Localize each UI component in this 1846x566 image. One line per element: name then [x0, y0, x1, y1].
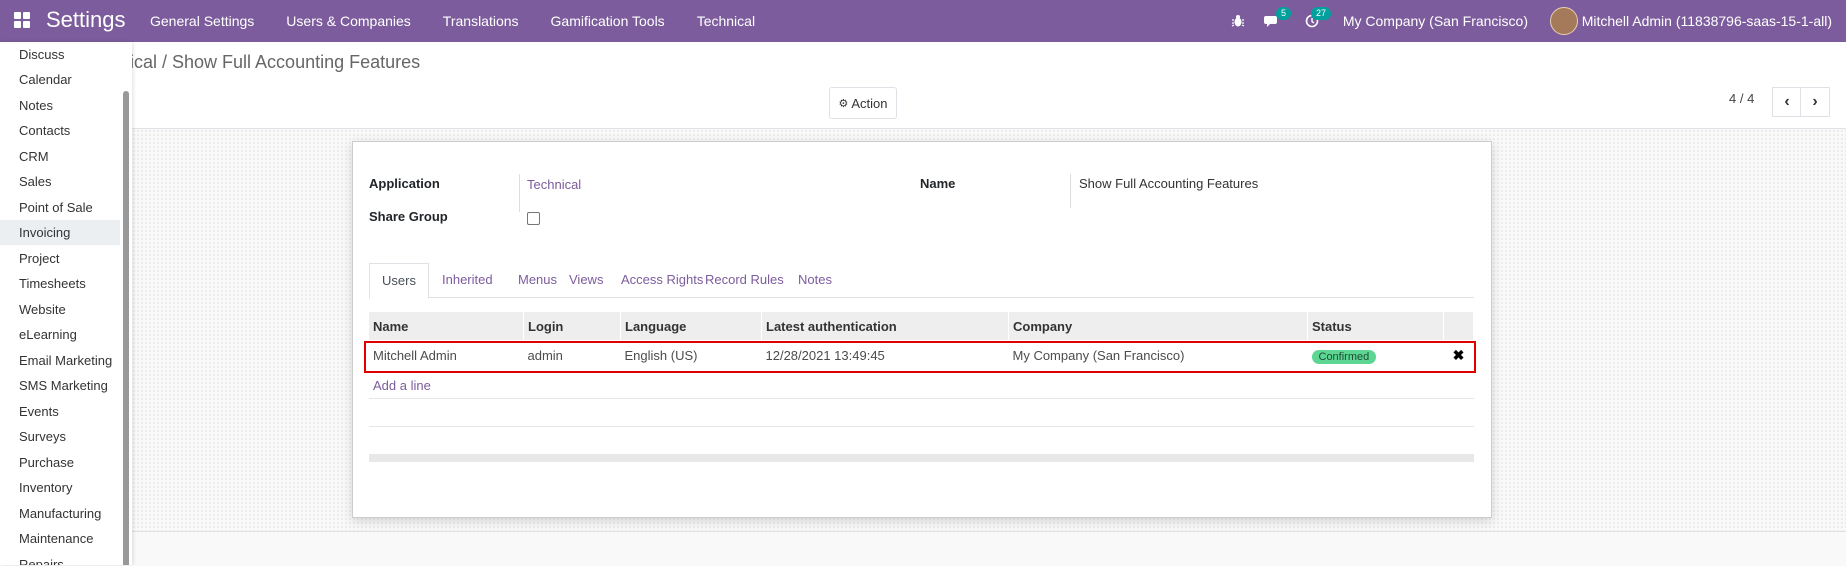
name-value[interactable]: Show Full Accounting Features [1079, 176, 1258, 191]
column-status[interactable]: Status [1307, 312, 1444, 340]
app-menu-item[interactable]: Website [0, 297, 120, 322]
user-name: Mitchell Admin (11838796-saas-15-1-all) [1581, 13, 1832, 29]
pager-previous-button[interactable]: ‹ [1772, 87, 1802, 117]
column-name[interactable]: Name [369, 312, 524, 340]
name-label: Name [920, 176, 956, 191]
breadcrumb[interactable]: ical / Show Full Accounting Features [130, 52, 420, 73]
app-menu-item[interactable]: Project [0, 246, 120, 271]
messages-count-badge: 5 [1275, 7, 1291, 20]
menu-gamification-tools[interactable]: Gamification Tools [551, 13, 665, 29]
pager-next-button[interactable]: › [1800, 87, 1830, 117]
app-menu-item[interactable]: eLearning [0, 322, 120, 347]
app-menu-item[interactable]: SMS Marketing [0, 373, 120, 398]
tab-menus[interactable]: Menus [518, 263, 557, 296]
company-switcher[interactable]: My Company (San Francisco) [1343, 0, 1528, 42]
notebook-tabs: Users Inherited Menus Views Access Right… [369, 263, 1474, 299]
debug-bug-icon[interactable] [1231, 0, 1245, 42]
action-button[interactable]: ⚙ Action [829, 87, 897, 119]
table-header-row: Name Login Language Latest authenticatio… [369, 312, 1474, 340]
app-menu-item[interactable]: Point of Sale [0, 195, 120, 220]
app-menu-item[interactable]: Purchase [0, 450, 120, 475]
app-menu-item[interactable]: Contacts [0, 118, 120, 143]
app-menu-item[interactable]: Discuss [0, 42, 120, 67]
app-menu-item[interactable]: Calendar [0, 67, 120, 92]
app-menu-item[interactable]: CRM [0, 144, 120, 169]
divider [369, 398, 1474, 399]
tab-access-rights[interactable]: Access Rights [621, 263, 703, 296]
horizontal-scrollbar[interactable] [369, 454, 1474, 462]
menu-users-companies[interactable]: Users & Companies [286, 13, 411, 29]
tab-inherited[interactable]: Inherited [442, 263, 493, 296]
avatar [1549, 7, 1578, 35]
app-menu-item[interactable]: Events [0, 399, 120, 424]
control-panel: ical / Show Full Accounting Features ⚙ A… [0, 42, 1846, 129]
application-label: Application [369, 176, 440, 191]
divider [369, 426, 1474, 427]
column-actions [1443, 312, 1474, 340]
chevron-right-icon: › [1812, 93, 1818, 110]
menu-translations[interactable]: Translations [443, 13, 519, 29]
app-menu-item[interactable]: Email Marketing [0, 348, 120, 373]
gear-icon: ⚙ [838, 97, 849, 110]
app-menu-item[interactable]: Manufacturing [0, 501, 120, 526]
top-navbar: Settings General Settings Users & Compan… [0, 0, 1846, 42]
messages-icon[interactable] [1264, 0, 1280, 42]
main-menu: General Settings Users & Companies Trans… [150, 0, 787, 42]
application-value[interactable]: Technical [527, 177, 581, 192]
apps-grid-icon[interactable] [14, 12, 30, 28]
tab-record-rules[interactable]: Record Rules [705, 263, 784, 296]
action-label: Action [851, 95, 888, 111]
add-line-link[interactable]: Add a line [373, 378, 431, 393]
menu-technical[interactable]: Technical [697, 13, 755, 29]
column-language[interactable]: Language [620, 312, 762, 340]
chatter-area [0, 531, 1846, 566]
app-menu-item[interactable]: Repairs [0, 552, 120, 565]
app-menu-item-selected[interactable]: Invoicing [0, 220, 120, 245]
tab-users[interactable]: Users [369, 263, 429, 299]
share-group-label: Share Group [369, 209, 448, 224]
apps-dropdown-menu: Discuss Calendar Notes Contacts CRM Sale… [0, 42, 132, 565]
column-login[interactable]: Login [523, 312, 621, 340]
chevron-left-icon: ‹ [1784, 93, 1790, 110]
form-sheet: Application Technical Share Group Name S… [352, 141, 1492, 518]
user-menu[interactable]: Mitchell Admin (11838796-saas-15-1-all) [1549, 0, 1832, 42]
tab-notes[interactable]: Notes [798, 263, 832, 296]
field-separator [519, 174, 520, 212]
app-menu-item[interactable]: Sales [0, 169, 120, 194]
app-menu-item[interactable]: Surveys [0, 424, 120, 449]
app-menu-item[interactable]: Inventory [0, 475, 120, 500]
menu-scrollbar[interactable] [123, 91, 129, 565]
activities-count-badge: 27 [1310, 7, 1331, 20]
tab-views[interactable]: Views [569, 263, 603, 296]
app-title[interactable]: Settings [46, 6, 126, 34]
app-menu-item[interactable]: Notes [0, 93, 120, 118]
column-latest-authentication[interactable]: Latest authentication [761, 312, 1009, 340]
row-highlight-box [364, 341, 1476, 373]
menu-general-settings[interactable]: General Settings [150, 13, 254, 29]
pager-value[interactable]: 4 / 4 [1729, 91, 1754, 106]
field-separator [1070, 174, 1071, 208]
app-menu-item[interactable]: Maintenance [0, 526, 120, 551]
app-menu-item[interactable]: Timesheets [0, 271, 120, 296]
column-company[interactable]: Company [1008, 312, 1308, 340]
share-group-checkbox[interactable] [527, 212, 540, 225]
